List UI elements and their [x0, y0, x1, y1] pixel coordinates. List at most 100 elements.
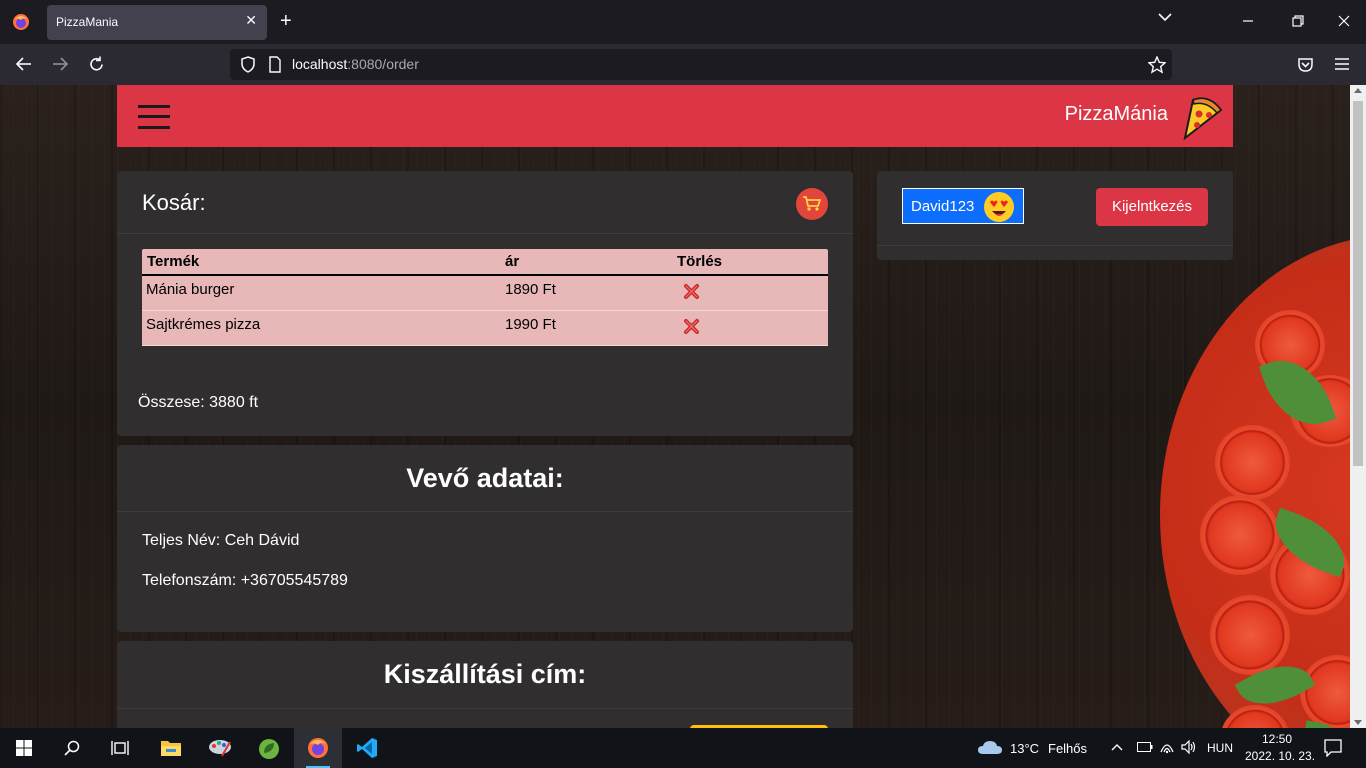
hamburger-line: [138, 105, 170, 108]
user-card: David123 Kijelntkezés: [877, 171, 1233, 260]
table-row: Sajtkrémes pizza 1990 Ft: [142, 311, 828, 346]
back-arrow-icon[interactable]: [15, 56, 33, 72]
hamburger-line: [138, 115, 170, 118]
task-view-icon: [111, 741, 129, 755]
product-name: Sajtkrémes pizza: [146, 316, 261, 333]
logout-button[interactable]: Kijelntkezés: [1096, 188, 1208, 226]
taskbar-firefox[interactable]: [294, 728, 342, 768]
column-header-price: ár: [505, 253, 520, 270]
product-name: Mánia burger: [146, 281, 235, 298]
weather-temperature[interactable]: 13°C: [1010, 741, 1039, 756]
table-row: Mánia burger 1890 Ft: [142, 276, 828, 311]
tab-close-icon[interactable]: ✕: [245, 12, 257, 29]
customer-phone: Telefonszám: +36705545789: [142, 572, 348, 589]
tracking-protection-shield-icon[interactable]: [240, 56, 256, 73]
weather-description[interactable]: Felhős: [1048, 741, 1087, 756]
menu-hamburger-icon[interactable]: [1334, 57, 1350, 71]
file-explorer-folder-icon: [161, 741, 181, 756]
url-host: localhost: [292, 56, 348, 72]
paint-app-icon: [209, 740, 231, 757]
taskbar-app-2[interactable]: [196, 728, 244, 768]
windows-taskbar: 13°C Felhős HUN 12:50 2022. 10. 23.: [0, 728, 1366, 768]
cart-title: Kosár:: [142, 190, 206, 215]
minimize-icon[interactable]: [1238, 14, 1258, 28]
column-header-product: Termék: [147, 253, 200, 270]
input-language-indicator[interactable]: HUN: [1207, 741, 1233, 755]
browser-tab-strip: PizzaMania ✕ +: [0, 0, 1366, 44]
delete-item-icon[interactable]: [683, 318, 700, 335]
search-icon: [64, 740, 80, 756]
browser-nav-bar: localhost:8080/order: [0, 44, 1366, 85]
bookmark-star-icon[interactable]: [1148, 56, 1166, 74]
tab-title: PizzaMania: [56, 15, 119, 29]
product-price: 1990 Ft: [505, 316, 556, 333]
shopping-cart-icon: [803, 196, 821, 211]
page-info-icon[interactable]: [268, 56, 282, 73]
firefox-logo-icon: [13, 14, 29, 30]
divider: [117, 233, 853, 234]
reload-icon[interactable]: [88, 56, 105, 73]
delete-item-icon[interactable]: [683, 283, 700, 300]
windows-logo-icon: [16, 740, 32, 756]
cart-card: Kosár: Termék ár Törlés Mánia burger 189…: [117, 171, 853, 436]
start-button[interactable]: [0, 728, 48, 768]
wifi-icon[interactable]: [1159, 740, 1175, 754]
taskbar-spring-tool[interactable]: [245, 728, 293, 768]
spring-leaf-icon: [259, 739, 279, 759]
brand-name[interactable]: PizzaMánia: [1065, 103, 1168, 126]
page-viewport: PizzaMánia Kosár: Termék ár Törlés Mánia…: [0, 85, 1350, 728]
clock-date[interactable]: 2022. 10. 23.: [1245, 749, 1315, 763]
taskbar-search-button[interactable]: [48, 728, 96, 768]
scroll-up-arrow-icon[interactable]: [1354, 88, 1362, 93]
cloudy-weather-icon[interactable]: [977, 738, 1003, 756]
url-text[interactable]: localhost:8080/order: [292, 56, 419, 72]
nav-menu-toggle-button[interactable]: [138, 105, 170, 129]
page-scrollbar[interactable]: [1350, 85, 1366, 728]
user-badge[interactable]: David123: [902, 188, 1024, 224]
taskbar-vscode[interactable]: [343, 728, 391, 768]
new-tab-button[interactable]: +: [280, 10, 292, 32]
taskbar-file-explorer[interactable]: [147, 728, 195, 768]
tomato-slice: [1200, 495, 1280, 575]
clock-time[interactable]: 12:50: [1262, 732, 1292, 746]
scroll-thumb[interactable]: [1353, 101, 1363, 466]
product-price: 1890 Ft: [505, 281, 556, 298]
cart-table: Termék ár Törlés Mánia burger 1890 Ft Sa…: [142, 249, 828, 346]
url-path: :8080/order: [347, 56, 419, 72]
tomato-slice: [1210, 595, 1290, 675]
customer-card: Vevő adatai: Teljes Név: Ceh Dávid Telef…: [117, 445, 853, 632]
cart-button[interactable]: [796, 188, 828, 220]
close-window-icon[interactable]: [1334, 14, 1354, 28]
notification-center-icon[interactable]: [1324, 739, 1342, 757]
customer-full-name: Teljes Név: Ceh Dávid: [142, 532, 300, 549]
battery-icon[interactable]: [1137, 742, 1153, 752]
divider: [877, 245, 1233, 246]
tomato-slice: [1220, 705, 1290, 728]
divider: [117, 511, 853, 512]
tomato-slice: [1300, 655, 1350, 728]
customer-section-title: Vevő adatai:: [406, 463, 564, 493]
heart-eyes-emoji-icon: [984, 192, 1014, 222]
forward-arrow-icon[interactable]: [51, 56, 69, 72]
firefox-icon: [308, 738, 328, 758]
vscode-icon: [357, 738, 377, 758]
scroll-down-arrow-icon[interactable]: [1354, 720, 1362, 725]
cart-total: Összese: 3880 ft: [138, 394, 259, 411]
table-header: Termék ár Törlés: [142, 249, 828, 276]
pizza-background-image: [1160, 235, 1350, 728]
task-view-button[interactable]: [96, 728, 144, 768]
browser-tab-pizzamania[interactable]: PizzaMania ✕: [47, 5, 267, 40]
username: David123: [911, 198, 975, 215]
show-hidden-icons-chevron-icon[interactable]: [1111, 743, 1123, 751]
list-all-tabs-chevron-icon[interactable]: [1158, 12, 1172, 22]
volume-icon[interactable]: [1181, 740, 1197, 754]
pizza-slice-logo-icon: [1183, 97, 1223, 140]
divider: [117, 708, 853, 709]
pocket-icon[interactable]: [1297, 56, 1314, 73]
column-header-delete: Törlés: [677, 253, 723, 270]
shipping-section-title: Kiszállítási cím:: [383, 659, 587, 689]
shipping-card: Kiszállítási cím:: [117, 641, 853, 728]
hamburger-line: [138, 126, 170, 129]
restore-icon[interactable]: [1288, 14, 1308, 28]
url-bar[interactable]: localhost:8080/order: [230, 49, 1172, 80]
